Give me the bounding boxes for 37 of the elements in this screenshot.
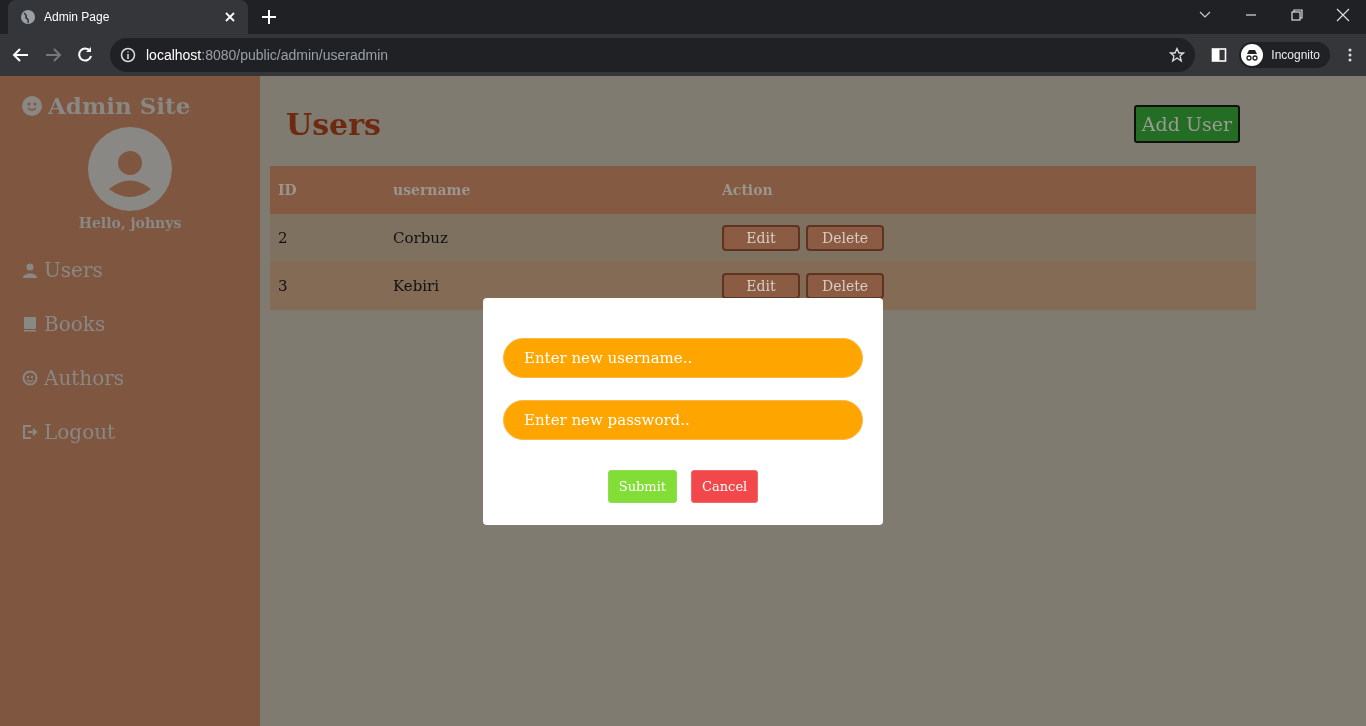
face-icon bbox=[22, 370, 38, 386]
add-user-button[interactable]: Add User bbox=[1133, 105, 1240, 143]
input-field[interactable]: Enter new password.. bbox=[503, 400, 863, 440]
cancel-button[interactable]: Cancel bbox=[691, 470, 759, 503]
avatar-icon bbox=[88, 127, 172, 211]
edit-button[interactable]: Edit bbox=[722, 224, 800, 252]
table-cell: 3 bbox=[270, 262, 385, 310]
table-cell: 2 bbox=[270, 214, 385, 262]
info-icon bbox=[120, 47, 136, 63]
table-cell: Kebiri bbox=[385, 262, 714, 310]
incognito-badge[interactable]: Incognito bbox=[1239, 42, 1330, 68]
profile-label: Incognito bbox=[1271, 48, 1320, 62]
url-text: localhost:8080/public/admin/useradmin bbox=[146, 47, 390, 63]
book-icon bbox=[22, 316, 38, 332]
smiley-icon bbox=[22, 95, 42, 116]
logout-icon bbox=[22, 424, 38, 440]
delete-button[interactable]: Delete bbox=[806, 224, 884, 252]
new-tab-icon[interactable] bbox=[262, 10, 276, 24]
column-header: Action bbox=[714, 166, 1256, 214]
globe-icon bbox=[20, 9, 36, 25]
input-field[interactable]: Enter new username.. bbox=[503, 338, 863, 378]
edit-button[interactable]: Edit bbox=[722, 272, 800, 300]
greeting: Hello, johnys bbox=[77, 215, 183, 231]
user-icon bbox=[22, 262, 38, 278]
column-header: ID bbox=[270, 166, 385, 214]
table-cell: Corbuz bbox=[385, 214, 714, 262]
site-title: Admin Site bbox=[48, 92, 191, 119]
incognito-icon bbox=[1241, 44, 1264, 66]
delete-button[interactable]: Delete bbox=[806, 272, 884, 300]
star-icon[interactable] bbox=[1169, 47, 1186, 63]
column-header: username bbox=[385, 166, 714, 214]
browser-tab[interactable]: Admin Page bbox=[8, 0, 248, 34]
close-icon[interactable] bbox=[224, 11, 236, 23]
page-title: Users bbox=[286, 106, 381, 142]
address-bar[interactable]: localhost:8080/public/admin/useradmin bbox=[110, 38, 1196, 72]
side-panel-icon[interactable] bbox=[1211, 47, 1228, 63]
tab-title: Admin Page bbox=[44, 10, 111, 24]
